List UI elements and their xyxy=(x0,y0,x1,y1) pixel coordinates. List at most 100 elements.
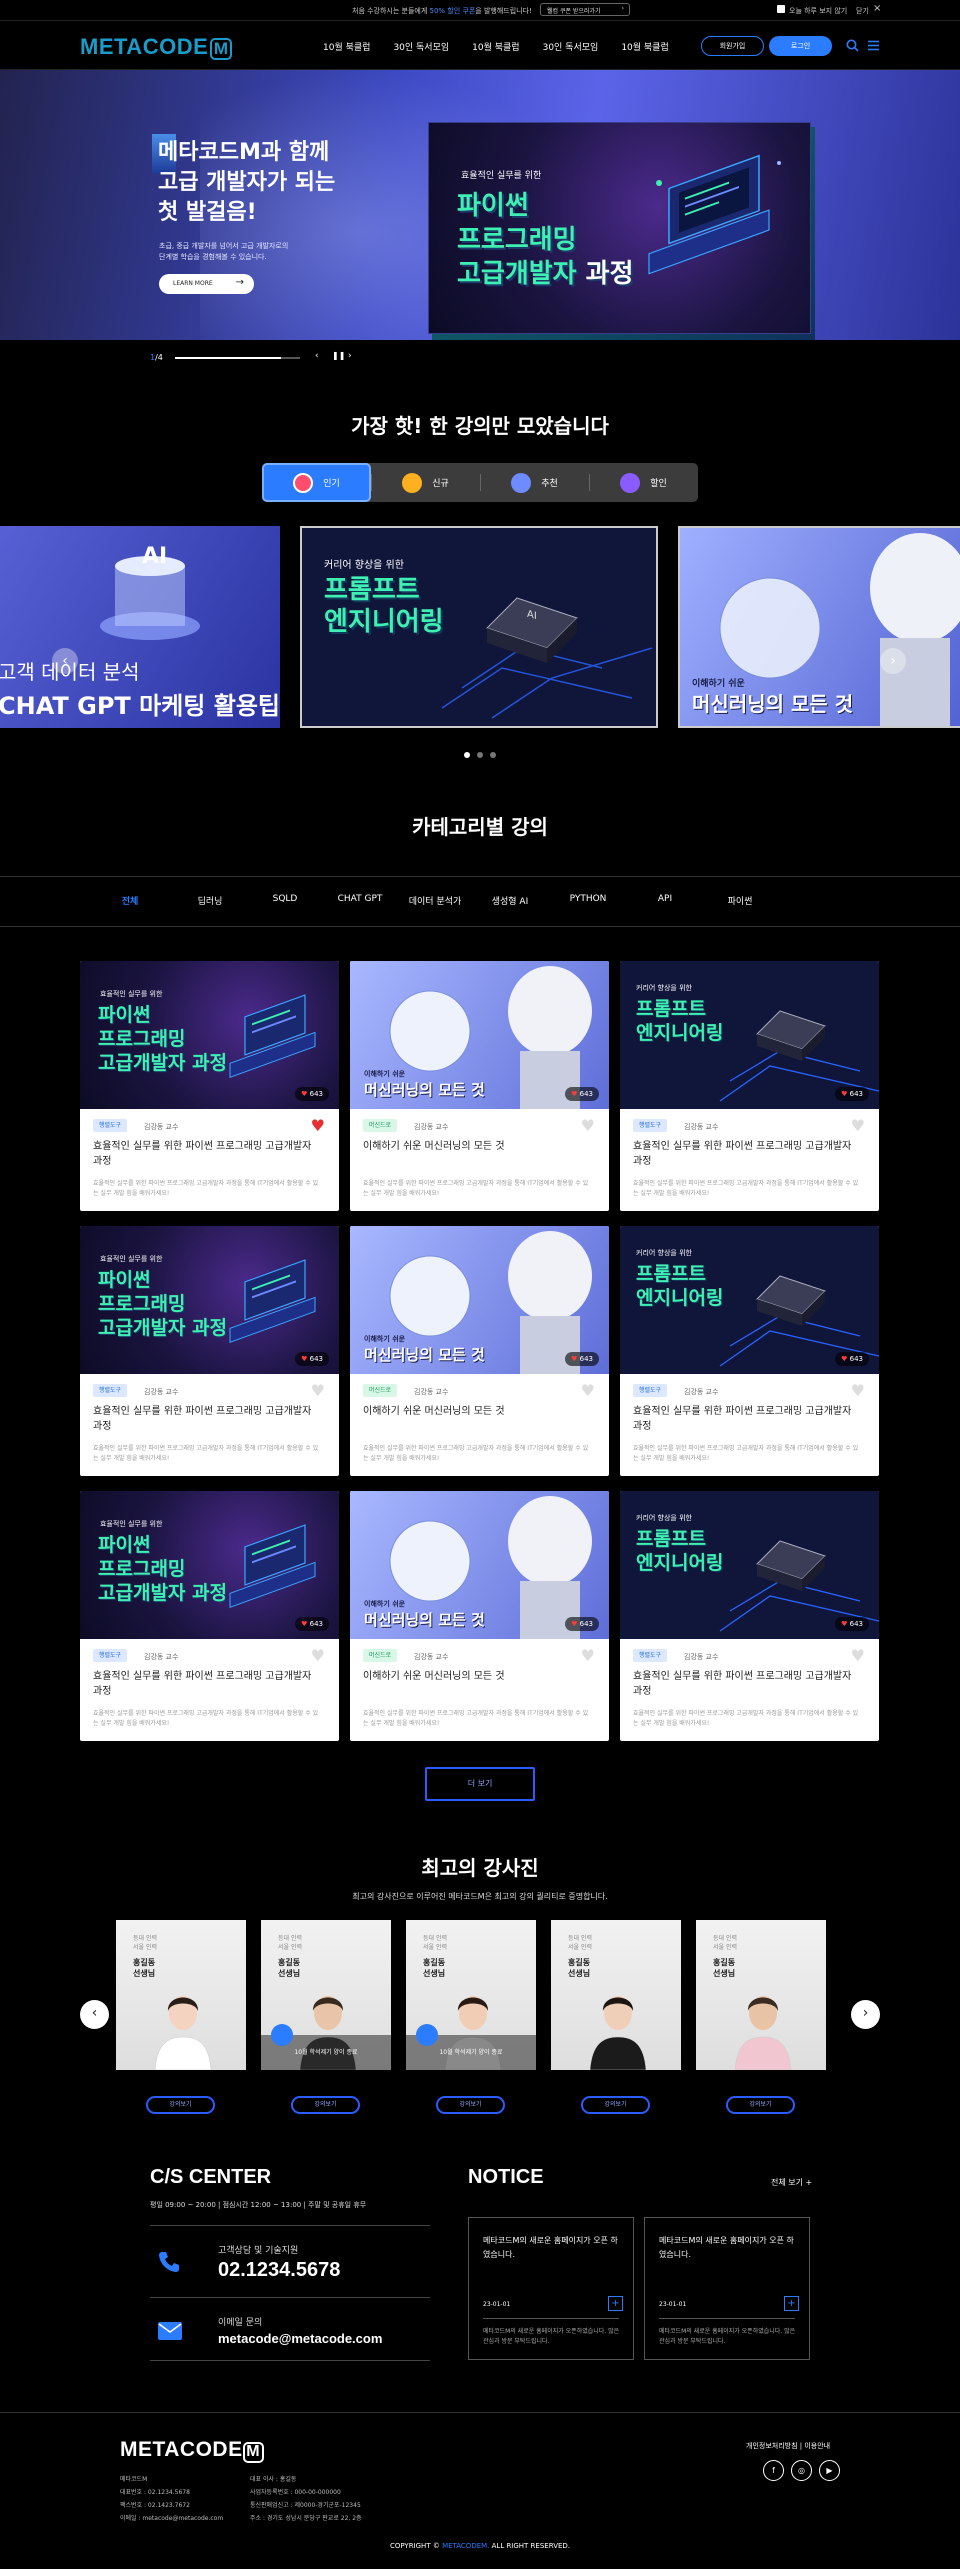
favorite-heart-icon[interactable]: ♥ xyxy=(311,1646,325,1665)
favorite-heart-icon[interactable]: ♥ xyxy=(581,1116,595,1135)
like-count-badge: ♥ 643 xyxy=(835,1617,869,1631)
carousel-slide[interactable]: 이해하기 쉬운 머신러닝의 모든 것 xyxy=(678,526,960,728)
tab-popular[interactable]: 인기 xyxy=(262,463,371,502)
thumb-subtitle: 커리어 향상을 위한 xyxy=(636,1514,692,1522)
close-label[interactable]: 닫기 xyxy=(856,6,869,16)
category-tab[interactable]: 생성형 AI xyxy=(470,894,550,907)
close-icon[interactable]: × xyxy=(873,3,881,14)
view-course-button[interactable]: 강의보기 xyxy=(726,2096,795,2114)
terms-link[interactable]: 이용안내 xyxy=(804,2442,830,2450)
footer-info-col: 메타코드M 대표번호 : 02.1234.5678 팩스번호 : 02.1423… xyxy=(120,2473,223,2525)
privacy-link[interactable]: 개인정보처리방침 xyxy=(746,2442,798,2450)
course-card[interactable]: 커리어 향상을 위한 프롬프트 엔지니어링 ♥ 643 행렬도구 김강동 교수 ♥ 효율적인 … xyxy=(620,1226,879,1476)
view-course-button[interactable]: 강의보기 xyxy=(146,2096,215,2114)
course-card[interactable]: 효율적인 실무를 위한 파이썬 프로그래밍 고급개발자 과정 ♥ 643 행렬도구 김강동 … xyxy=(80,961,339,1211)
slide-progress-bar xyxy=(175,357,300,359)
carousel-dot[interactable] xyxy=(490,752,496,758)
teacher-card[interactable]: 등대 인력 서울 인력 홍길동 선생님 xyxy=(116,1920,246,2070)
category-tab[interactable]: 데이터 분석가 xyxy=(395,894,475,907)
course-card[interactable]: 효율적인 실무를 위한 파이썬 프로그래밍 고급개발자 과정 ♥ 643 행렬도구 김강동 … xyxy=(80,1226,339,1476)
nav-item[interactable]: 10월 북클럽 xyxy=(472,40,519,53)
hero-course-card[interactable]: 효율적인 실무를 위한 파이썬 프로그래밍 고급개발자 과정 xyxy=(428,122,815,340)
carousel-dot[interactable] xyxy=(464,752,470,758)
logo[interactable]: METACODE M xyxy=(80,34,233,60)
tel-number[interactable]: 02.1234.5678 xyxy=(218,2259,340,2282)
category-tab[interactable]: 파이썬 xyxy=(700,894,780,907)
view-course-button[interactable]: 강의보기 xyxy=(581,2096,650,2114)
favorite-heart-icon[interactable]: ♥ xyxy=(311,1116,325,1135)
pause-icon[interactable]: ❚❚ xyxy=(332,351,345,360)
search-icon[interactable] xyxy=(846,39,859,52)
teacher-card[interactable]: 등대 인력 서울 인력 홍길동 선생님 10월 학석제기 양이 종료 xyxy=(406,1920,536,2070)
thumb-title: 프롬프트 엔지니어링 xyxy=(636,1262,723,1310)
teacher-card[interactable]: 등대 인력 서울 인력 홍길동 선생님 xyxy=(696,1920,826,2070)
copyright-text: COPYRIGHT © xyxy=(389,2542,443,2550)
course-title[interactable]: 이해하기 쉬운 머신러닝의 모든 것 xyxy=(363,1139,593,1154)
tab-new[interactable]: 신규 xyxy=(371,463,480,502)
coupon-button[interactable]: 웰컴 쿠폰 받으러가기 › xyxy=(540,3,630,16)
notice-message: 처음 수강하시는 분들에게 50% 할인 쿠폰을 발행해드립니다! xyxy=(352,6,532,16)
category-tab[interactable]: CHAT GPT xyxy=(320,894,400,904)
course-card[interactable]: 커리어 향상을 위한 프롬프트 엔지니어링 ♥ 643 행렬도구 김강동 교수 ♥ 효율적인 … xyxy=(620,1491,879,1741)
view-course-button[interactable]: 강의보기 xyxy=(291,2096,360,2114)
course-title[interactable]: 이해하기 쉬운 머신러닝의 모든 것 xyxy=(363,1669,593,1684)
course-card[interactable]: 커리어 향상을 위한 프롬프트 엔지니어링 ♥ 643 행렬도구 김강동 교수 ♥ 효율적인 … xyxy=(620,961,879,1211)
course-title[interactable]: 효율적인 실무를 위한 파이썬 프로그래밍 고급개발자 과정 xyxy=(633,1404,863,1434)
learn-more-button[interactable]: LEARN MORE → xyxy=(159,274,254,294)
category-tab[interactable]: PYTHON xyxy=(548,894,628,904)
course-title[interactable]: 효율적인 실무를 위한 파이썬 프로그래밍 고급개발자 과정 xyxy=(93,1669,323,1699)
favorite-heart-icon[interactable]: ♥ xyxy=(581,1646,595,1665)
carousel-slide[interactable]: AI 고객 데이터 분석 CHAT GPT 마케팅 활용팁 xyxy=(0,526,280,728)
tab-recommended[interactable]: 추천 xyxy=(480,463,589,502)
course-title[interactable]: 이해하기 쉬운 머신러닝의 모든 것 xyxy=(363,1404,593,1419)
hide-today-checkbox[interactable] xyxy=(777,5,785,13)
carousel-prev-icon[interactable]: ‹ xyxy=(52,648,78,674)
course-card[interactable]: 이해하기 쉬운 머신러닝의 모든 것 ♥ 643 머신드로 김강동 교수 ♥ 이해하기 쉬운… xyxy=(350,961,609,1211)
join-button[interactable]: 회원가입 xyxy=(701,36,764,56)
category-tab[interactable]: 전체 xyxy=(90,894,170,907)
youtube-icon[interactable]: ▶ xyxy=(819,2460,840,2481)
notice-view-all[interactable]: 전체 보기 + xyxy=(771,2177,812,2188)
teacher-card[interactable]: 등대 인력 서울 인력 홍길동 선생님 10월 학석제기 양이 종료 xyxy=(261,1920,391,2070)
favorite-heart-icon[interactable]: ♥ xyxy=(851,1646,865,1665)
favorite-heart-icon[interactable]: ♥ xyxy=(311,1381,325,1400)
next-slide-icon[interactable]: › xyxy=(348,351,352,361)
prev-slide-icon[interactable]: ‹ xyxy=(315,351,319,361)
facebook-icon[interactable]: f xyxy=(763,2460,784,2481)
plus-icon[interactable]: + xyxy=(784,2296,799,2311)
category-tab[interactable]: 딥러닝 xyxy=(170,894,250,907)
login-button[interactable]: 로그인 xyxy=(769,36,832,56)
notice-card[interactable]: 메타코드M의 새로운 홈페이지가 오픈 하였습니다. 23-01-01 + 메타… xyxy=(644,2217,810,2360)
favorite-heart-icon[interactable]: ♥ xyxy=(851,1116,865,1135)
course-title[interactable]: 효율적인 실무를 위한 파이썬 프로그래밍 고급개발자 과정 xyxy=(93,1404,323,1434)
course-card[interactable]: 이해하기 쉬운 머신러닝의 모든 것 ♥ 643 머신드로 김강동 교수 ♥ 이해하기 쉬운… xyxy=(350,1491,609,1741)
carousel-slide[interactable]: 커리어 향상을 위한 프롬프트 엔지니어링 AI xyxy=(300,526,658,728)
carousel-dot[interactable] xyxy=(477,752,483,758)
category-tab[interactable]: SQLD xyxy=(245,894,325,904)
course-card[interactable]: 효율적인 실무를 위한 파이썬 프로그래밍 고급개발자 과정 ♥ 643 행렬도구 김강동 … xyxy=(80,1491,339,1741)
view-course-button[interactable]: 강의보기 xyxy=(436,2096,505,2114)
course-title[interactable]: 효율적인 실무를 위한 파이썬 프로그래밍 고급개발자 과정 xyxy=(633,1669,863,1699)
notice-card[interactable]: 메타코드M의 새로운 홈페이지가 오픈 하였습니다. 23-01-01 + 메타… xyxy=(468,2217,634,2360)
favorite-heart-icon[interactable]: ♥ xyxy=(851,1381,865,1400)
teacher-card[interactable]: 등대 인력 서울 인력 홍길동 선생님 xyxy=(551,1920,681,2070)
hide-today-label[interactable]: 오늘 하루 보지 않기 xyxy=(789,6,847,16)
favorite-heart-icon[interactable]: ♥ xyxy=(581,1381,595,1400)
more-button[interactable]: 더 보기 xyxy=(425,1767,535,1801)
tab-discount[interactable]: 할인 xyxy=(589,463,698,502)
course-card[interactable]: 이해하기 쉬운 머신러닝의 모든 것 ♥ 643 머신드로 김강동 교수 ♥ 이해하기 쉬운… xyxy=(350,1226,609,1476)
carousel-next-icon[interactable]: › xyxy=(880,648,906,674)
nav-item[interactable]: 30인 독서모임 xyxy=(543,40,599,53)
nav-item[interactable]: 10월 북클럽 xyxy=(323,40,370,53)
course-title[interactable]: 효율적인 실무를 위한 파이썬 프로그래밍 고급개발자 과정 xyxy=(633,1139,863,1169)
category-tab[interactable]: API xyxy=(625,894,705,904)
nav-item[interactable]: 30인 독서모임 xyxy=(393,40,449,53)
plus-icon[interactable]: + xyxy=(608,2296,623,2311)
hamburger-menu-icon[interactable] xyxy=(867,39,880,52)
mail-address[interactable]: metacode@metacode.com xyxy=(218,2331,382,2346)
nav-item[interactable]: 10월 북클럽 xyxy=(621,40,668,53)
instagram-icon[interactable]: ◎ xyxy=(791,2460,812,2481)
teachers-prev-icon[interactable]: ‹ xyxy=(80,2000,109,2029)
course-title[interactable]: 효율적인 실무를 위한 파이썬 프로그래밍 고급개발자 과정 xyxy=(93,1139,323,1169)
teachers-next-icon[interactable]: › xyxy=(851,2000,880,2029)
